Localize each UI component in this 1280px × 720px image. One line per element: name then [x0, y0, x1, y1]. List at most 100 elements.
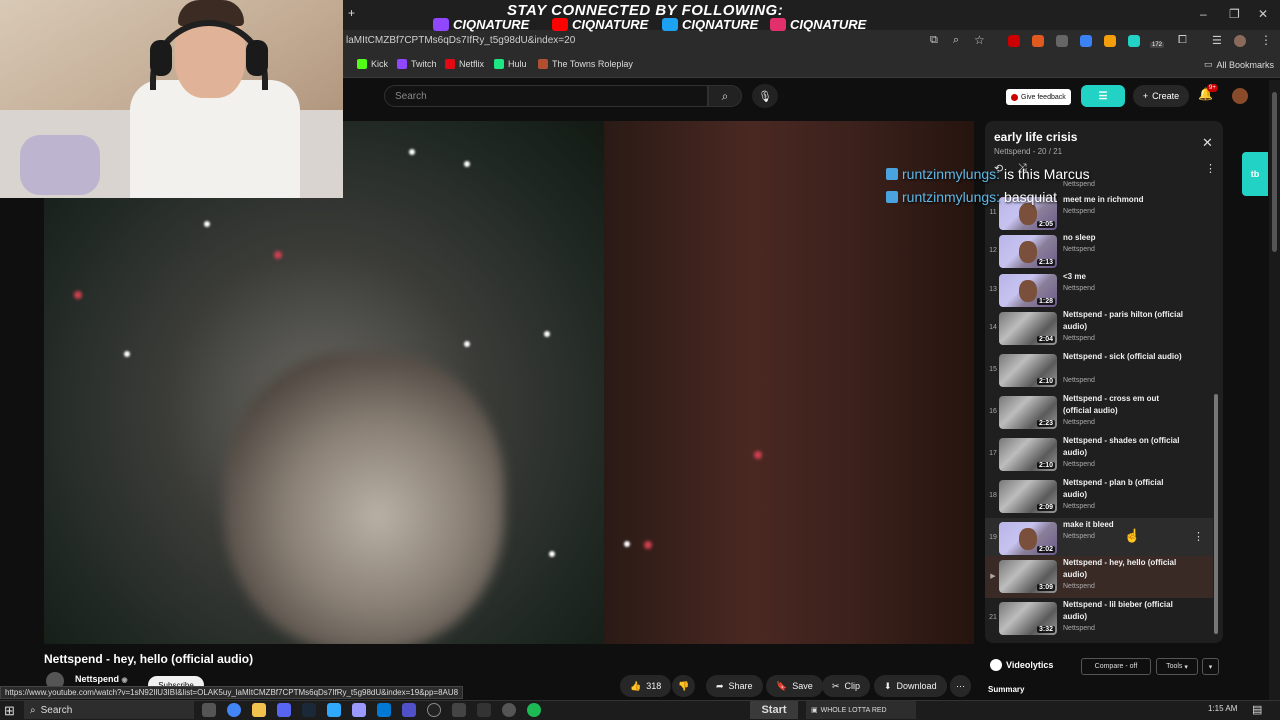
playlist-item-title[interactable]: Nettspend - plan b (official audio) — [1063, 477, 1188, 501]
playlist-item[interactable]: 17 2:10 Nettspend - shades on (official au… — [985, 434, 1213, 476]
extension-icon[interactable] — [1128, 35, 1140, 47]
system-clock[interactable]: 1:15 AM — [1208, 704, 1237, 713]
discord-icon[interactable] — [277, 703, 291, 717]
restore-icon[interactable]: ❐ — [1229, 7, 1240, 21]
playlist-item-thumbnail[interactable]: 2:09 — [999, 480, 1057, 513]
install-icon[interactable]: ⧉ — [930, 34, 938, 47]
playlist-title[interactable]: early life crisis — [994, 130, 1077, 144]
playlist-item-title[interactable]: <3 me — [1063, 271, 1188, 283]
videolytics-expand-button[interactable]: ▾ — [1202, 658, 1219, 675]
playlist-item[interactable]: ▶ 3:09 Nettspend - hey, hello (official au… — [985, 556, 1213, 598]
chrome-icon[interactable] — [227, 703, 241, 717]
vscode-icon[interactable] — [377, 703, 391, 717]
notification-center-icon[interactable]: ▤ — [1252, 703, 1262, 716]
playlist-item-title[interactable]: Nettspend - sick (official audio) — [1063, 351, 1188, 363]
tubebuddy-side-badge[interactable]: tb — [1242, 152, 1268, 196]
close-icon[interactable]: ✕ — [1202, 135, 1213, 151]
bookmark-star-icon[interactable]: ☆ — [974, 33, 985, 47]
extension-icon[interactable] — [1104, 35, 1116, 47]
bookmark-twitch[interactable]: Twitch — [397, 59, 437, 69]
bookmark-netflix[interactable]: Netflix — [445, 59, 484, 69]
clip-button[interactable]: ✂ Clip — [822, 675, 871, 697]
tools-dropdown[interactable]: Tools ▾ — [1156, 658, 1198, 675]
extensions-puzzle-icon[interactable]: ⧠ — [1178, 34, 1187, 47]
app-icon[interactable] — [402, 703, 416, 717]
windows-start-icon[interactable]: ⊞ — [4, 703, 15, 719]
file-explorer-icon[interactable] — [252, 703, 266, 717]
account-avatar[interactable] — [1232, 88, 1248, 104]
bookmark-towns-roleplay[interactable]: The Towns Roleplay — [538, 59, 633, 69]
playlist-item-title[interactable]: Nettspend - paris hilton (official audio… — [1063, 309, 1188, 333]
playlist-item-thumbnail[interactable]: 3:32 — [999, 602, 1057, 635]
playlist-item-thumbnail[interactable]: 2:13 — [999, 235, 1057, 268]
extension-icon[interactable] — [1056, 35, 1068, 47]
now-playing[interactable]: ▣ WHOLE LOTTA RED — [806, 701, 916, 719]
browser-menu-icon[interactable]: ⋮ — [1260, 33, 1272, 47]
save-button[interactable]: 🔖 Save — [766, 675, 823, 697]
tubebuddy-menu-button[interactable]: ☰ — [1081, 85, 1125, 107]
zoom-icon[interactable]: ⌕ — [953, 34, 959, 47]
playlist-item-thumbnail[interactable]: 2:10 — [999, 438, 1057, 471]
video-player[interactable] — [44, 121, 974, 644]
create-button[interactable]: + Create — [1133, 85, 1189, 107]
steam-icon[interactable] — [302, 703, 316, 717]
more-options-icon[interactable]: ⋮ — [1193, 530, 1204, 543]
extension-icon[interactable] — [1008, 35, 1020, 47]
like-button[interactable]: 👍 318 — [620, 675, 672, 697]
playlist-item[interactable]: 14 2:04 Nettspend - paris hilton (official… — [985, 308, 1213, 350]
dislike-button[interactable]: 👎 — [672, 675, 696, 697]
minimize-icon[interactable]: – — [1200, 7, 1207, 21]
premiere-icon[interactable] — [352, 703, 366, 717]
page-scrollbar[interactable] — [1269, 80, 1280, 700]
task-view-icon[interactable] — [202, 703, 216, 717]
voice-search-button[interactable]: 🎙 — [752, 84, 778, 108]
playlist-item[interactable]: 13 1:28 <3 me Nettspend — [985, 270, 1213, 312]
app-icon[interactable] — [502, 703, 516, 717]
playlist-item[interactable]: 18 2:09 Nettspend - plan b (official audio… — [985, 476, 1213, 518]
share-button[interactable]: ➦ Share — [706, 675, 763, 697]
playlist-item[interactable]: 16 2:23 Nettspend - cross em out (official… — [985, 392, 1213, 434]
playlist-item-thumbnail[interactable]: 1:28 — [999, 274, 1057, 307]
app-icon[interactable] — [477, 703, 491, 717]
playlist-item-thumbnail[interactable]: 2:04 — [999, 312, 1057, 345]
playlist-item[interactable]: 21 3:32 Nettspend - lil bieber (official a… — [985, 598, 1213, 640]
give-feedback-button[interactable]: Give feedback — [1006, 89, 1071, 105]
close-window-icon[interactable]: ✕ — [1258, 7, 1268, 21]
obs-icon[interactable] — [427, 703, 441, 717]
bookmark-hulu[interactable]: Hulu — [494, 59, 527, 69]
taskbar-search[interactable]: ⌕ Search — [24, 701, 194, 719]
download-button[interactable]: ⬇ Download — [874, 675, 947, 697]
playlist-item-title[interactable]: Nettspend - shades on (official audio) — [1063, 435, 1188, 459]
playlist-scrollbar[interactable] — [1212, 182, 1220, 640]
search-input[interactable]: Search — [384, 85, 708, 107]
more-actions-button[interactable]: ⋯ — [950, 675, 971, 697]
playlist-item-title[interactable]: Nettspend - lil bieber (official audio) — [1063, 599, 1188, 623]
search-button[interactable]: ⌕ — [708, 85, 742, 107]
extension-icon[interactable] — [1080, 35, 1092, 47]
app-icon[interactable] — [452, 703, 466, 717]
playlist-item-thumbnail[interactable]: 2:10 — [999, 354, 1057, 387]
playlist-item-title[interactable]: Nettspend - cross em out (official audio… — [1063, 393, 1188, 417]
profile-avatar[interactable] — [1234, 35, 1246, 47]
all-bookmarks[interactable]: ▭ All Bookmarks — [1204, 59, 1274, 70]
channel-name[interactable]: Nettspend ◉ — [75, 674, 128, 684]
playlist-item-title[interactable]: meet me in richmond — [1063, 194, 1188, 206]
playlist-item[interactable]: 15 2:10 Nettspend - sick (official audio) N… — [985, 350, 1213, 392]
playlist-item[interactable]: 12 2:13 no sleep Nettspend — [985, 231, 1213, 273]
more-options-icon[interactable]: ⋮ — [1205, 162, 1216, 175]
spotify-icon[interactable] — [527, 703, 541, 717]
url-text[interactable]: laMItCMZBf7CPTMs6qDs7IfRy_t5g98dU&index=… — [346, 35, 575, 46]
playlist-item-thumbnail[interactable]: 2:02 — [999, 522, 1057, 555]
playlist-item-thumbnail[interactable]: 2:23 — [999, 396, 1057, 429]
extension-icon[interactable] — [1032, 35, 1044, 47]
photoshop-icon[interactable] — [327, 703, 341, 717]
new-tab-button[interactable]: + — [348, 6, 355, 20]
playlist-item-title[interactable]: no sleep — [1063, 232, 1188, 244]
playlist-item[interactable]: 19 2:02 make it bleed Nettspend ⋮ — [985, 518, 1213, 560]
compare-toggle[interactable]: Compare - off — [1081, 658, 1151, 675]
playlist-item-thumbnail[interactable]: 3:09 — [999, 560, 1057, 593]
playlist-item-title[interactable]: Nettspend - hey, hello (official audio) — [1063, 557, 1188, 581]
bookmark-kick[interactable]: Kick — [357, 59, 388, 69]
start-button[interactable]: Start — [750, 701, 798, 719]
reading-list-icon[interactable]: ☰ — [1212, 34, 1222, 47]
